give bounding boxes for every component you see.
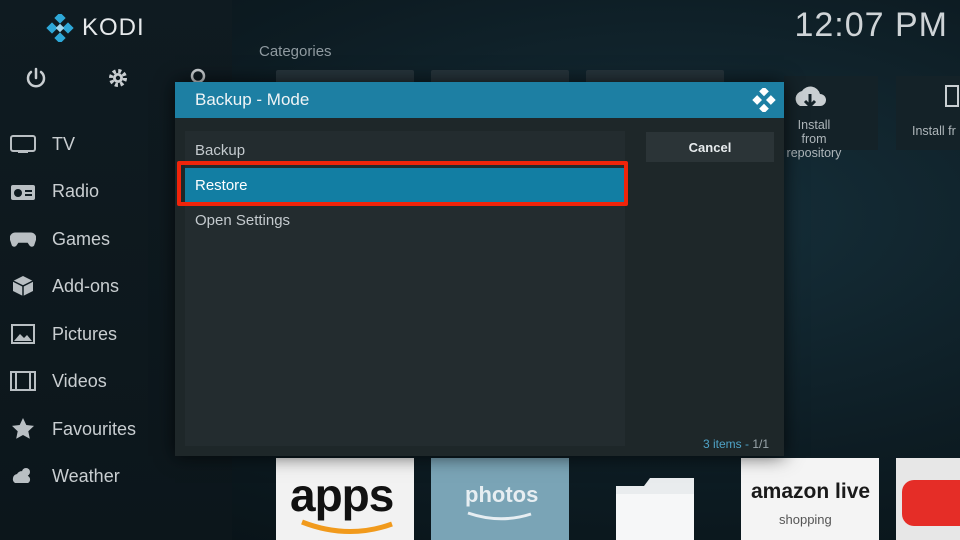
page-indicator: 1/1: [752, 437, 770, 451]
sidebar-item-label: Favourites: [52, 418, 137, 439]
tile-label-line2: repository: [786, 146, 842, 160]
kodi-logo-icon: [752, 88, 776, 112]
amazon-smile-icon: [467, 511, 532, 521]
tile-label-line1: Install fr: [912, 124, 956, 138]
amazon-smile-icon: [301, 519, 393, 534]
apps-logo-text: apps: [290, 469, 394, 521]
sidebar-item-label: Pictures: [52, 323, 118, 344]
power-icon[interactable]: [24, 66, 48, 90]
kodi-logo[interactable]: KODI: [46, 14, 145, 42]
addons-box-icon: [10, 275, 36, 297]
items-count-label: 3 items -: [703, 437, 753, 451]
weather-icon: [10, 465, 36, 487]
option-open-settings[interactable]: Open Settings: [185, 203, 625, 237]
dialog-title: Backup - Mode: [195, 90, 310, 109]
picture-icon: [10, 323, 36, 345]
install-from-repository-tile[interactable]: Install from repository: [784, 76, 878, 160]
kodi-logo-icon: [46, 14, 74, 42]
tile-label-line1: Install from: [797, 118, 831, 146]
sidebar-item-label: Videos: [52, 370, 107, 391]
cancel-button[interactable]: Cancel: [646, 132, 774, 162]
kodi-logo-text: KODI: [82, 14, 145, 41]
sidebar-item-label: Weather: [52, 465, 120, 486]
sidebar-item-label: Games: [52, 228, 111, 249]
app-tile-photos[interactable]: photos: [431, 458, 569, 540]
amazon-live-logo-text: amazon live: [751, 480, 871, 503]
amazon-live-sublabel: shopping: [779, 512, 832, 527]
install-from-zip-tile[interactable]: Install fr: [896, 76, 960, 150]
film-icon: [10, 370, 36, 392]
photos-logo-text: photos: [465, 482, 539, 507]
categories-label: Categories: [259, 43, 332, 60]
folder-icon: [616, 478, 694, 540]
star-icon: [10, 418, 36, 440]
gamepad-icon: [10, 228, 36, 250]
settings-gear-icon[interactable]: [106, 66, 130, 90]
sidebar-item-label: Add-ons: [52, 275, 120, 296]
option-label: Backup: [195, 141, 246, 159]
tv-icon: [10, 133, 36, 155]
youtube-icon: [902, 480, 960, 526]
radio-icon: [10, 180, 36, 202]
sidebar-item-label: TV: [52, 133, 76, 154]
app-tile-amazon-live[interactable]: amazon live shopping: [741, 458, 879, 540]
sidebar-item-label: Radio: [52, 180, 100, 201]
zip-icon: [945, 85, 959, 107]
cloud-download-icon: [795, 86, 826, 109]
dialog-header: Backup - Mode: [175, 82, 784, 118]
annotation-highlight-box: [177, 161, 628, 206]
app-tile-apps[interactable]: apps: [276, 458, 414, 540]
items-count: 3 items - 1/1: [703, 437, 769, 451]
clock: 12:07 PM: [794, 6, 948, 44]
app-tile-youtube[interactable]: [896, 458, 960, 540]
app-tile-files[interactable]: [586, 458, 724, 540]
option-label: Open Settings: [195, 211, 291, 229]
